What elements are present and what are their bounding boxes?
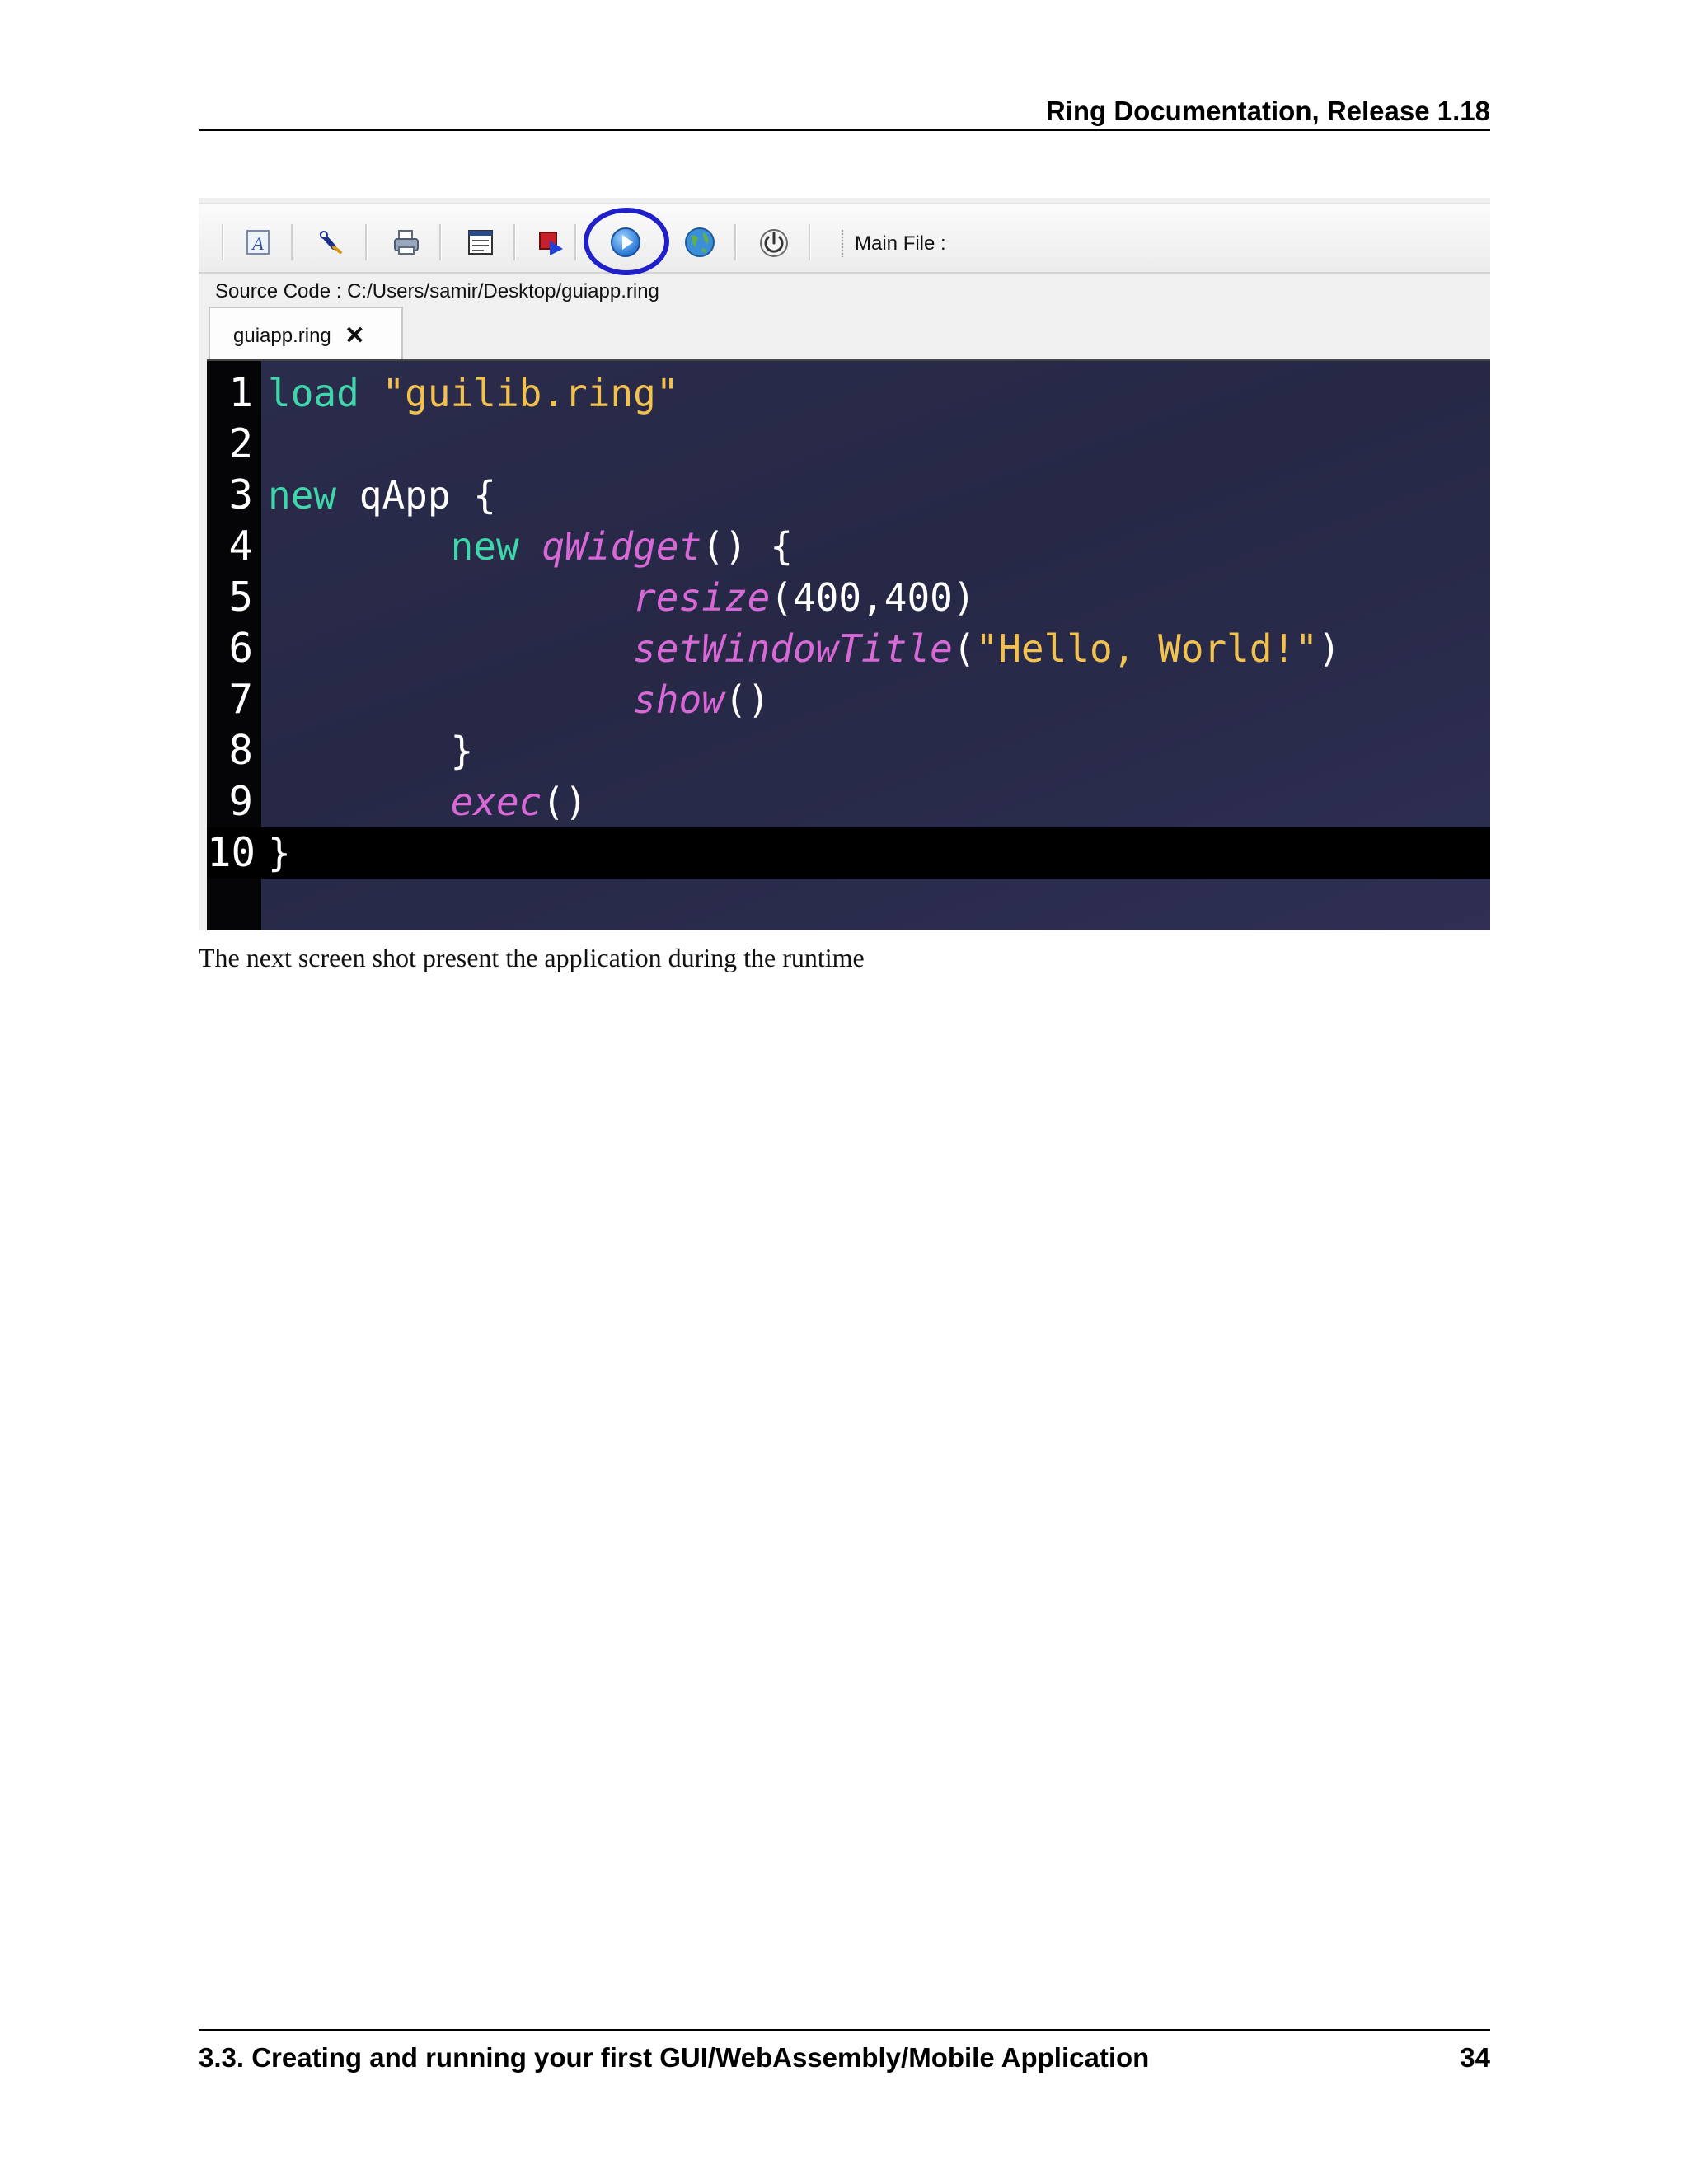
toolbar: A Main File: [199, 203, 1490, 275]
code-keyword: new [268, 473, 337, 518]
code-function: resize [633, 575, 771, 620]
code-token: } [268, 831, 291, 875]
paint-button[interactable] [314, 224, 350, 260]
line-number: 6 [228, 625, 253, 672]
code-line[interactable]: 2 [207, 419, 1490, 470]
source-code-path: Source Code : C:/Users/samir/Desktop/gui… [215, 277, 659, 307]
code-function: qWidget [542, 524, 702, 569]
line-number: 1 [228, 369, 253, 416]
source-code-label: Source Code : [215, 280, 342, 302]
code-line[interactable]: 1 load "guilib.ring" [207, 368, 1490, 419]
caption-text: The next screen shot present the applica… [199, 943, 865, 972]
tab-guiapp[interactable]: guiapp.ring ✕ [209, 307, 403, 364]
code-text: } [268, 725, 474, 776]
toolbar-separator [222, 224, 224, 260]
code-line[interactable]: 3 new qApp { [207, 470, 1490, 521]
line-number: 4 [228, 523, 253, 569]
paint-brush-icon [320, 231, 342, 254]
page-header: Ring Documentation, Release 1.18 [1045, 96, 1490, 126]
code-token: ( [952, 626, 976, 671]
power-icon [760, 229, 788, 257]
run-button[interactable] [607, 224, 644, 260]
form-designer-button[interactable] [462, 224, 499, 260]
toolbar-grip[interactable] [841, 229, 844, 257]
code-line[interactable]: 8 } [207, 725, 1490, 776]
line-number: 2 [228, 420, 253, 467]
code-string: "Hello, World!" [975, 626, 1318, 671]
code-token: (400,400) [770, 575, 976, 620]
toolbar-separator [291, 224, 293, 260]
main-file-label: Main File : [855, 232, 946, 255]
code-token: } [268, 729, 474, 773]
code-text: new qWidget() { [268, 521, 793, 572]
debug-icon [539, 232, 563, 255]
toolbar-separator [513, 224, 516, 260]
toolbar-separator [574, 224, 577, 260]
code-token: () [724, 677, 771, 722]
toolbar-separator [365, 224, 368, 260]
line-number: 3 [228, 471, 253, 518]
code-text: load "guilib.ring" [268, 368, 679, 419]
code-string: "guilib.ring" [382, 371, 679, 415]
line-number: 7 [228, 676, 253, 723]
line-number: 9 [228, 778, 253, 825]
code-line[interactable]: 5 resize(400,400) [207, 572, 1490, 623]
toolbar-separator [734, 224, 737, 260]
code-line[interactable]: 7 show() [207, 674, 1490, 725]
code-function: exec [450, 780, 542, 824]
code-text: new qApp { [268, 470, 496, 521]
footer-section-title: 3.3. Creating and running your first GUI… [199, 2042, 1150, 2073]
exit-button[interactable] [756, 224, 792, 260]
code-token: ) [1317, 626, 1341, 671]
print-button[interactable] [388, 224, 424, 260]
code-line[interactable]: 4 new qWidget() { [207, 521, 1490, 572]
code-token: () [542, 780, 588, 824]
code-line[interactable]: 9 exec() [207, 776, 1490, 827]
toolbar-separator [439, 224, 442, 260]
svg-text:A: A [251, 233, 264, 254]
web-globe-icon [685, 227, 715, 257]
code-line[interactable]: 6 setWindowTitle("Hello, World!") [207, 623, 1490, 674]
footer-rule [199, 2029, 1490, 2031]
debug-button[interactable] [533, 224, 570, 260]
tab-label: guiapp.ring [233, 325, 331, 347]
code-text: show() [268, 674, 770, 725]
code-token: () { [701, 524, 794, 569]
header-rule [199, 129, 1490, 131]
line-number: 5 [228, 574, 253, 621]
page-footer: 3.3. Creating and running your first GUI… [199, 2037, 1490, 2079]
print-icon [394, 230, 419, 255]
code-line[interactable]: 10} [207, 827, 1490, 879]
code-text: } [268, 827, 291, 879]
page-number: 34 [1460, 2042, 1490, 2073]
source-code-value: C:/Users/samir/Desktop/guiapp.ring [347, 280, 659, 302]
run-icon [611, 227, 640, 257]
toolbar-separator [809, 224, 811, 260]
code-keyword: new [450, 524, 519, 569]
font-button[interactable]: A [240, 224, 276, 260]
code-token: qApp { [336, 473, 496, 518]
form-designer-icon [468, 230, 493, 255]
code-editor[interactable]: 1 load "guilib.ring" 2 3 new qApp {4 new qWi… [207, 359, 1490, 930]
close-icon[interactable]: ✕ [345, 324, 365, 349]
code-text: exec() [268, 776, 588, 827]
code-keyword: load [268, 371, 359, 415]
ide-screenshot: A Main File: Source Code: C:/Users/sam… [199, 198, 1490, 930]
font-icon: A [246, 230, 270, 255]
line-number: 10 [207, 829, 256, 876]
code-text: setWindowTitle("Hello, World!") [268, 623, 1341, 674]
code-function: setWindowTitle [633, 626, 953, 671]
code-function: show [633, 677, 724, 722]
code-text: resize(400,400) [268, 572, 976, 623]
line-number: 8 [228, 727, 253, 774]
web-button[interactable] [682, 224, 718, 260]
